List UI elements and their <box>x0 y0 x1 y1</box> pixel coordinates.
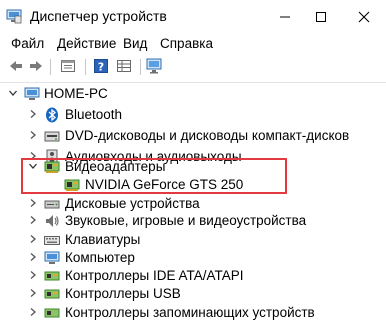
toolbar-separator <box>50 59 51 75</box>
expand-chevron-icon[interactable] <box>27 108 39 120</box>
storage-controller-icon <box>44 308 60 318</box>
window-title: Диспетчер устройств <box>30 8 167 24</box>
tree-item-bluetooth[interactable]: Bluetooth <box>0 104 386 125</box>
sound-icon <box>46 215 59 227</box>
grid-view-icon <box>117 60 131 72</box>
tree-root-row[interactable]: HOME-PC <box>0 83 386 104</box>
scan-hardware-button[interactable] <box>145 57 163 75</box>
expand-chevron-icon[interactable] <box>27 197 39 209</box>
tree-item-label: Контроллеры запоминающих устройств <box>65 305 315 320</box>
expand-chevron-icon[interactable] <box>27 214 39 226</box>
maximize-button[interactable] <box>300 0 342 33</box>
minimize-icon <box>280 16 290 17</box>
expand-chevron-icon[interactable] <box>27 251 39 263</box>
tree-item-label: DVD-дисководы и дисководы компакт-дисков <box>65 128 350 143</box>
ide-controller-icon <box>44 271 60 281</box>
help-button[interactable]: ? <box>92 57 110 75</box>
expand-chevron-icon[interactable] <box>27 306 39 318</box>
toolbar-separator <box>140 59 141 75</box>
tree-item-usb-controllers[interactable]: Контроллеры USB <box>0 283 386 304</box>
highlight-box <box>21 158 287 194</box>
menu-view[interactable]: Вид <box>123 35 147 52</box>
monitor-scan-icon <box>146 58 162 74</box>
close-button[interactable] <box>343 0 385 33</box>
properties-icon <box>61 60 75 72</box>
svg-text:?: ? <box>98 61 104 74</box>
toolbar-separator <box>85 59 86 75</box>
expand-chevron-icon[interactable] <box>27 129 39 141</box>
collapse-chevron-icon[interactable] <box>7 87 19 99</box>
tree-item-label: Звуковые, игровые и видеоустройства <box>65 213 307 228</box>
keyboard-icon <box>44 236 60 245</box>
back-arrow-icon <box>10 61 22 71</box>
computer-icon <box>24 87 40 100</box>
maximize-icon <box>316 11 326 22</box>
tree-item-storage-controllers[interactable]: Контроллеры запоминающих устройств <box>0 302 386 323</box>
forward-button[interactable] <box>27 57 45 75</box>
back-button[interactable] <box>7 57 25 75</box>
help-icon: ? <box>94 59 108 74</box>
title-bar: Диспетчер устройств <box>0 0 386 33</box>
computer-icon <box>44 251 60 264</box>
tree-item-label: Bluetooth <box>65 107 123 122</box>
toolbar: ? <box>0 54 386 80</box>
expand-chevron-icon[interactable] <box>27 287 39 299</box>
menu-help[interactable]: Справка <box>160 35 213 52</box>
expand-chevron-icon[interactable] <box>27 269 39 281</box>
grid-view-button[interactable] <box>115 57 133 75</box>
tree-root-label: HOME-PC <box>44 86 108 101</box>
tree-item-label: Клавиатуры <box>65 232 141 247</box>
device-manager-icon <box>6 9 22 24</box>
tree-item-dvd-drives[interactable]: DVD-дисководы и дисководы компакт-дисков <box>0 125 386 146</box>
tree-item-label: Контроллеры IDE ATA/ATAPI <box>65 268 244 283</box>
dvd-drive-icon <box>44 131 60 142</box>
expand-chevron-icon[interactable] <box>27 233 39 245</box>
usb-controller-icon <box>44 289 60 299</box>
tree-item-sound-devices[interactable]: Звуковые, игровые и видеоустройства <box>0 210 386 231</box>
close-icon <box>358 11 370 22</box>
forward-arrow-icon <box>30 61 42 71</box>
tree-item-label: Компьютер <box>65 250 135 265</box>
properties-button[interactable] <box>59 57 77 75</box>
bluetooth-icon <box>46 107 58 123</box>
menu-bar: Файл Действие Вид Справка <box>0 33 386 54</box>
menu-file[interactable]: Файл <box>11 35 44 52</box>
tree-item-label: Контроллеры USB <box>65 286 181 301</box>
menu-action[interactable]: Действие <box>57 35 116 52</box>
